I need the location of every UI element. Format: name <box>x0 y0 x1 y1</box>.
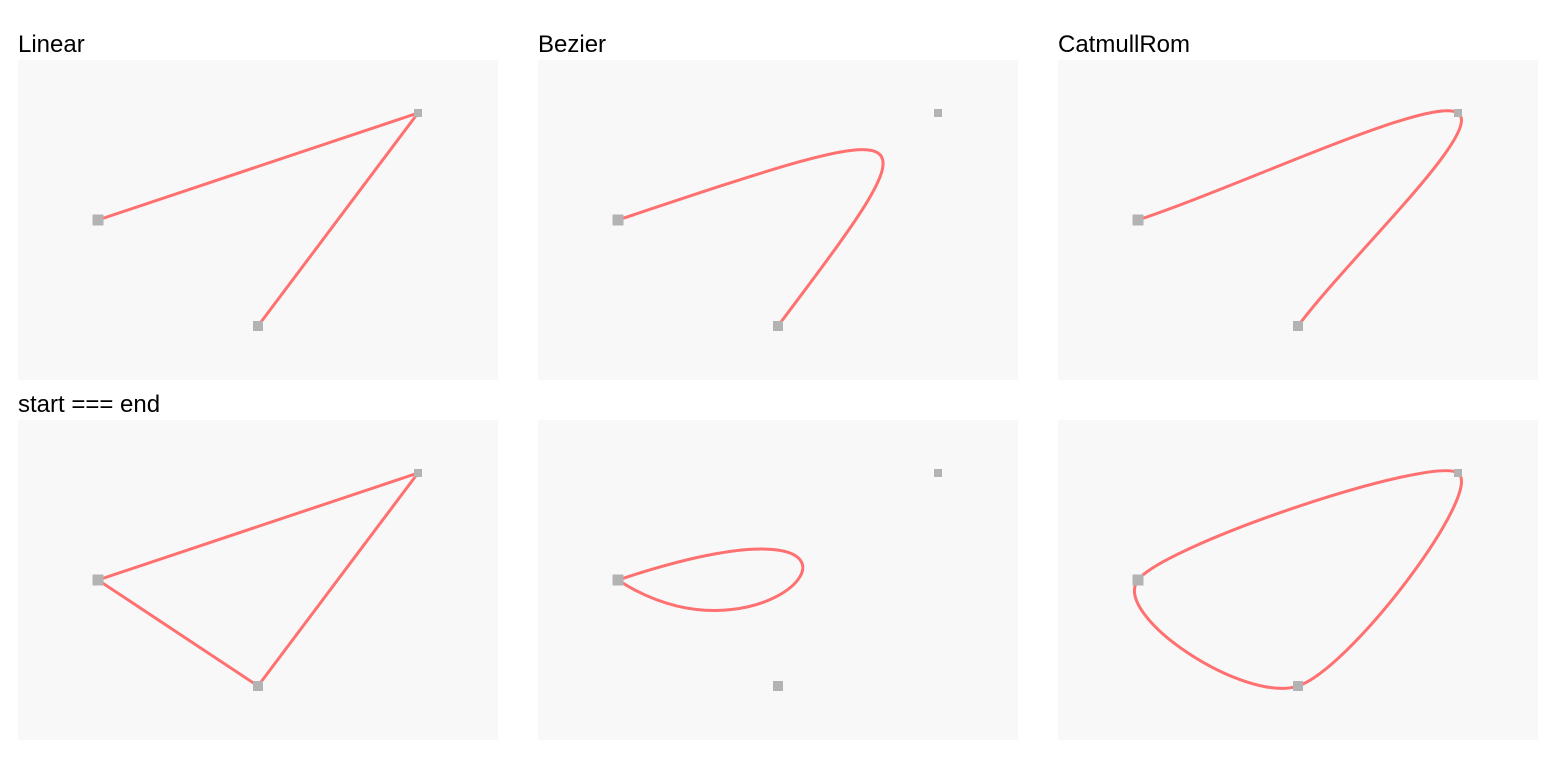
linear-closed-canvas <box>92 469 422 691</box>
linear-open-canvas <box>92 109 422 331</box>
bezier-closed-curve <box>616 547 805 612</box>
end-point <box>253 321 263 331</box>
control-point <box>1454 109 1462 117</box>
catmullrom-open-curve <box>1136 109 1463 328</box>
start-point <box>612 214 624 226</box>
catmullrom-closed-canvas <box>1132 469 1463 691</box>
bezier-label: Bezier <box>538 31 607 58</box>
catmullrom-closed-curve <box>1133 469 1463 690</box>
catmullrom-label: CatmullRom <box>1058 31 1191 58</box>
start-point <box>1132 214 1144 226</box>
start-point <box>92 574 104 586</box>
bezier-closed-panel <box>538 420 1018 740</box>
linear-label: Linear <box>18 31 85 58</box>
end-point <box>773 321 783 331</box>
linear-open-curve <box>96 111 420 328</box>
linear-open-panel <box>18 60 498 380</box>
bezier-closed-canvas <box>612 469 942 691</box>
bezier-open-curve <box>616 148 885 328</box>
control-point <box>1454 469 1462 477</box>
bezier-open-canvas <box>612 109 942 331</box>
end-point <box>253 681 263 691</box>
catmullrom-open-panel <box>1058 60 1538 380</box>
control-point <box>934 469 942 477</box>
control-point <box>414 469 422 477</box>
start-point <box>92 214 104 226</box>
closed-curve-label: start === end <box>18 391 161 418</box>
linear-closed-panel <box>18 420 498 740</box>
catmullrom-open-canvas <box>1132 109 1463 331</box>
linear-closed-curve <box>96 471 420 688</box>
end-point <box>773 681 783 691</box>
end-point <box>1293 681 1303 691</box>
start-point <box>612 574 624 586</box>
end-point <box>1293 321 1303 331</box>
control-point <box>414 109 422 117</box>
catmullrom-closed-panel <box>1058 420 1538 740</box>
start-point <box>1132 574 1144 586</box>
bezier-open-panel <box>538 60 1018 380</box>
control-point <box>934 109 942 117</box>
